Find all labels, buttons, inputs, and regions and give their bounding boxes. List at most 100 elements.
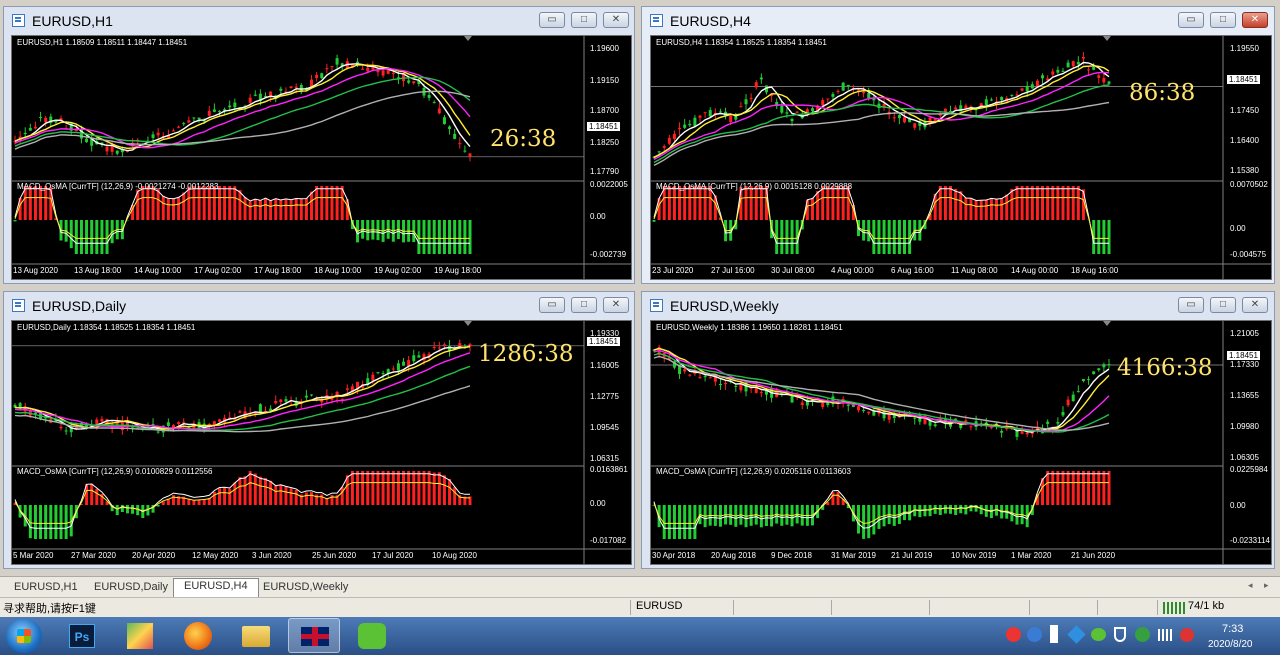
- chart-window-icon: [650, 14, 663, 27]
- maximize-button[interactable]: □: [571, 12, 597, 28]
- chart-canvas[interactable]: EURUSD,Daily 1.18354 1.18525 1.18354 1.1…: [11, 320, 632, 565]
- shield-tray-icon[interactable]: [1067, 625, 1086, 644]
- tab-scroll-right-icon[interactable]: ▸: [1264, 580, 1269, 591]
- macd-histogram-bar: [437, 220, 441, 254]
- chart-shift-marker: [1103, 321, 1111, 326]
- moving-average-gray: [14, 90, 471, 150]
- macd-indicator-label: MACD_OsMA [CurrTF] (12,26,9) 0.0015128 0…: [656, 182, 853, 191]
- axis-tick-label: 1.18250: [590, 138, 619, 147]
- bar-countdown-timer: 1286:38: [478, 341, 574, 367]
- macd-histogram-bar: [1015, 186, 1019, 220]
- moving-average-white: [653, 61, 1110, 159]
- candle-body: [862, 91, 866, 94]
- macd-histogram-bar: [672, 186, 676, 220]
- candle-body: [212, 109, 216, 112]
- chart-window-daily[interactable]: EURUSD,Daily ▭ □ ✕ EURUSD,Daily 1.18354 …: [3, 291, 635, 569]
- photoshop-icon: Ps: [69, 624, 95, 648]
- axis-tick-label: 1.06305: [1230, 453, 1259, 462]
- check-tray-icon[interactable]: [1135, 627, 1150, 642]
- macd-histogram-bar: [412, 471, 416, 505]
- candle-body: [1071, 394, 1075, 402]
- maximize-button[interactable]: □: [1210, 297, 1236, 313]
- maximize-button[interactable]: □: [1210, 12, 1236, 28]
- axis-tick-label: 1.19550: [1230, 44, 1259, 53]
- tab-scroll-left-icon[interactable]: ◂: [1248, 580, 1253, 591]
- candle-body: [33, 126, 37, 129]
- candle-body: [1097, 368, 1101, 371]
- tab-eurusd-weekly[interactable]: EURUSD,Weekly: [253, 580, 358, 594]
- chart-window-weekly[interactable]: EURUSD,Weekly ▭ □ ✕ EURUSD,Weekly 1.1838…: [641, 291, 1275, 569]
- candle-body: [442, 117, 446, 125]
- clock-time[interactable]: 7:33: [1222, 623, 1243, 635]
- tab-eurusd-h1[interactable]: EURUSD,H1: [4, 580, 88, 594]
- macd-histogram-bar: [1066, 186, 1070, 220]
- candle-body: [105, 146, 109, 152]
- chart-window-h4[interactable]: EURUSD,H4 ▭ □ ✕ EURUSD,H4 1.18354 1.1852…: [641, 6, 1275, 284]
- macd-histogram-bar: [335, 186, 339, 220]
- candle-body: [718, 111, 722, 113]
- firefox-taskbar-button[interactable]: [172, 618, 224, 653]
- minimize-button[interactable]: ▭: [1178, 297, 1204, 313]
- axis-tick-label: 0.0070502: [1230, 180, 1268, 189]
- candle-body: [703, 112, 707, 114]
- close-button[interactable]: ✕: [603, 297, 629, 313]
- candle-body: [151, 424, 155, 426]
- candle-body: [171, 130, 175, 132]
- macd-histogram-bar: [33, 186, 37, 220]
- photoshop-taskbar-button[interactable]: Ps: [56, 618, 108, 653]
- tab-eurusd-daily[interactable]: EURUSD,Daily: [84, 580, 178, 594]
- start-button[interactable]: [6, 619, 42, 653]
- maps-taskbar-button[interactable]: [114, 618, 166, 653]
- tab-eurusd-h4[interactable]: EURUSD,H4: [173, 578, 259, 597]
- axis-tick-label: -0.002739: [590, 250, 627, 259]
- help-tray-icon[interactable]: [1027, 627, 1042, 642]
- chart-canvas[interactable]: EURUSD,H1 1.18509 1.18511 1.18447 1.1845…: [11, 35, 632, 280]
- metatrader-taskbar-button[interactable]: [288, 618, 340, 653]
- candle-body: [1061, 70, 1065, 72]
- macd-histogram-bar: [279, 199, 283, 220]
- network-tray-icon[interactable]: [1158, 629, 1172, 641]
- macd-histogram-bar: [233, 186, 237, 220]
- status-divider: [630, 600, 631, 615]
- candle-body: [1061, 412, 1065, 416]
- wechat-tray-icon[interactable]: [1091, 628, 1106, 641]
- macd-line: [653, 473, 1109, 529]
- macd-histogram-bar: [826, 186, 830, 220]
- time-tick-label: 27 Mar 2020: [71, 551, 116, 560]
- window-titlebar[interactable]: EURUSD,Weekly ▭ □ ✕: [642, 292, 1274, 320]
- candle-body: [217, 419, 221, 422]
- candle-body: [1000, 430, 1004, 433]
- close-button[interactable]: ✕: [1242, 297, 1268, 313]
- explorer-taskbar-button[interactable]: [230, 618, 282, 653]
- candle-body: [1107, 364, 1111, 366]
- volume-muted-icon[interactable]: [1180, 628, 1194, 642]
- macd-histogram-bar: [672, 505, 676, 539]
- security-tray-icon[interactable]: [1114, 627, 1126, 642]
- minimize-button[interactable]: ▭: [1178, 12, 1204, 28]
- window-titlebar[interactable]: EURUSD,Daily ▭ □ ✕: [4, 292, 634, 320]
- axis-tick-label: 1.21005: [1230, 329, 1259, 338]
- close-button[interactable]: ✕: [1242, 12, 1268, 28]
- macd-histogram-bar: [39, 186, 43, 220]
- macd-histogram-bar: [882, 220, 886, 254]
- close-button[interactable]: ✕: [603, 12, 629, 28]
- macd-histogram-bar: [831, 186, 835, 220]
- candle-body: [989, 99, 993, 101]
- wechat-taskbar-button[interactable]: [346, 618, 398, 653]
- macd-histogram-bar: [821, 186, 825, 220]
- maximize-button[interactable]: □: [571, 297, 597, 313]
- chart-window-h1[interactable]: EURUSD,H1 ▭ □ ✕ EURUSD,H1 1.18509 1.1851…: [3, 6, 635, 284]
- antivirus-tray-icon[interactable]: [1006, 627, 1021, 642]
- window-titlebar[interactable]: EURUSD,H1 ▭ □ ✕: [4, 7, 634, 35]
- axis-tick-label: 1.09980: [1230, 422, 1259, 431]
- window-titlebar[interactable]: EURUSD,H4 ▭ □ ✕: [642, 7, 1274, 35]
- macd-histogram-bar: [310, 191, 314, 220]
- input-method-tray-icon[interactable]: [1050, 625, 1058, 643]
- chart-canvas[interactable]: EURUSD,H4 1.18354 1.18525 1.18354 1.1845…: [650, 35, 1272, 280]
- chart-canvas[interactable]: EURUSD,Weekly 1.18386 1.19650 1.18281 1.…: [650, 320, 1272, 565]
- clock-date[interactable]: 2020/8/20: [1208, 639, 1253, 650]
- candle-body: [432, 347, 436, 349]
- minimize-button[interactable]: ▭: [539, 12, 565, 28]
- axis-tick-label: -0.004575: [1230, 250, 1267, 259]
- minimize-button[interactable]: ▭: [539, 297, 565, 313]
